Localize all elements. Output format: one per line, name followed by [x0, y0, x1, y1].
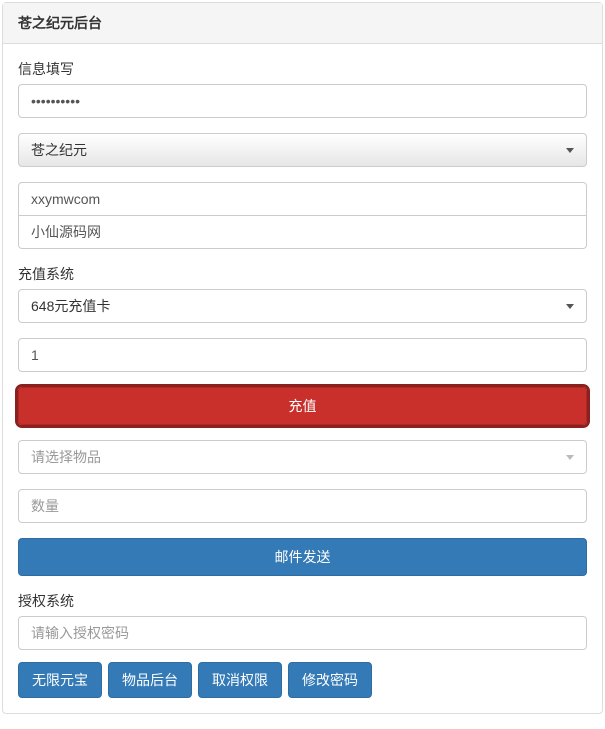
- auth-button-row: 无限元宝 物品后台 取消权限 修改密码: [18, 662, 587, 698]
- game-select[interactable]: 苍之纪元: [18, 133, 587, 167]
- quantity-input[interactable]: [18, 489, 587, 523]
- game-select-value: 苍之纪元: [31, 140, 87, 160]
- item-admin-button[interactable]: 物品后台: [108, 662, 192, 698]
- account-field[interactable]: [18, 182, 587, 216]
- card-select[interactable]: 648元充值卡: [18, 289, 587, 323]
- recharge-button[interactable]: 充值: [18, 387, 587, 425]
- change-password-button[interactable]: 修改密码: [288, 662, 372, 698]
- recharge-label: 充值系统: [18, 264, 587, 284]
- admin-panel: 苍之纪元后台 信息填写 苍之纪元 充值系统 648元充值卡 充: [2, 2, 603, 714]
- unlimited-gold-button[interactable]: 无限元宝: [18, 662, 102, 698]
- auth-label: 授权系统: [18, 591, 587, 611]
- item-select-placeholder: 请选择物品: [31, 447, 101, 467]
- item-select[interactable]: 请选择物品: [18, 440, 587, 474]
- panel-body: 信息填写 苍之纪元 充值系统 648元充值卡 充值: [3, 44, 602, 713]
- amount-input[interactable]: [18, 338, 587, 372]
- auth-password-input[interactable]: [18, 616, 587, 650]
- revoke-auth-button[interactable]: 取消权限: [198, 662, 282, 698]
- nickname-field[interactable]: [18, 215, 587, 249]
- card-select-value: 648元充值卡: [31, 296, 110, 316]
- chevron-down-icon: [566, 304, 574, 309]
- info-label: 信息填写: [18, 59, 587, 79]
- send-mail-button[interactable]: 邮件发送: [18, 538, 587, 576]
- chevron-down-icon: [566, 455, 574, 460]
- chevron-down-icon: [566, 148, 574, 153]
- panel-title: 苍之纪元后台: [3, 3, 602, 44]
- password-input[interactable]: [18, 84, 587, 118]
